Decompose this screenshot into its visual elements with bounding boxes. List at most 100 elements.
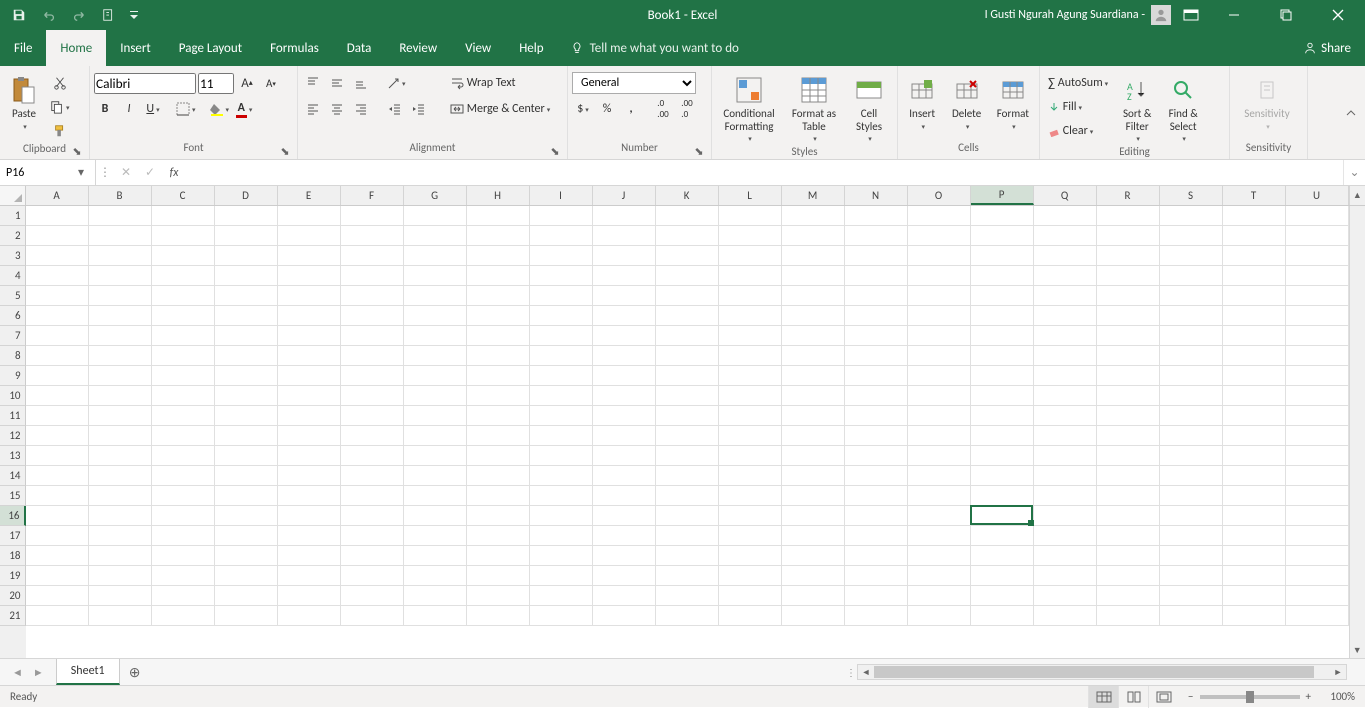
zoom-in-button[interactable]: +: [1306, 690, 1311, 703]
column-header[interactable]: E: [278, 186, 341, 205]
tab-insert[interactable]: Insert: [106, 30, 165, 66]
delete-cells-button[interactable]: Delete▾: [946, 72, 986, 133]
expand-formula-bar-icon[interactable]: ⌄: [1343, 160, 1365, 185]
row-header[interactable]: 8: [0, 346, 26, 366]
column-header[interactable]: S: [1160, 186, 1223, 205]
column-header[interactable]: Q: [1034, 186, 1097, 205]
row-header[interactable]: 5: [0, 286, 26, 306]
column-header[interactable]: K: [656, 186, 719, 205]
sort-filter-button[interactable]: AZ Sort & Filter▾: [1116, 72, 1158, 145]
accounting-format-button[interactable]: $▾: [572, 98, 594, 120]
undo-icon[interactable]: [38, 4, 60, 26]
find-select-button[interactable]: Find & Select▾: [1162, 72, 1204, 145]
fill-color-button[interactable]: ▾: [208, 98, 232, 120]
row-header[interactable]: 10: [0, 386, 26, 406]
horizontal-scrollbar[interactable]: ◄ ►: [857, 664, 1347, 680]
column-header[interactable]: T: [1223, 186, 1286, 205]
insert-cells-button[interactable]: Insert▾: [902, 72, 942, 133]
row-header[interactable]: 16: [0, 506, 26, 526]
collapse-ribbon-icon[interactable]: [1343, 66, 1365, 159]
column-header[interactable]: N: [845, 186, 908, 205]
format-cells-button[interactable]: Format▾: [991, 72, 1035, 133]
column-header[interactable]: M: [782, 186, 845, 205]
avatar-icon[interactable]: [1151, 5, 1171, 25]
tell-me-search[interactable]: Tell me what you want to do: [558, 30, 751, 66]
scroll-up-icon[interactable]: ▲: [1349, 186, 1365, 205]
column-header[interactable]: H: [467, 186, 530, 205]
percent-format-button[interactable]: %: [596, 98, 618, 120]
align-bottom-button[interactable]: [350, 72, 372, 94]
sheet-tab-sheet1[interactable]: Sheet1: [56, 659, 120, 685]
increase-indent-button[interactable]: [408, 98, 430, 120]
row-header[interactable]: 1: [0, 206, 26, 226]
tab-formulas[interactable]: Formulas: [256, 30, 333, 66]
paste-button[interactable]: Paste▾: [4, 72, 44, 133]
row-header[interactable]: 17: [0, 526, 26, 546]
zoom-out-button[interactable]: −: [1188, 690, 1193, 703]
sheet-nav-next-icon[interactable]: ►: [33, 666, 44, 679]
sheet-nav-prev-icon[interactable]: ◄: [12, 666, 23, 679]
row-header[interactable]: 21: [0, 606, 26, 626]
formula-input[interactable]: [186, 160, 1343, 185]
row-header[interactable]: 18: [0, 546, 26, 566]
column-header[interactable]: A: [26, 186, 89, 205]
clear-button[interactable]: Clear▾: [1044, 120, 1097, 142]
redo-icon[interactable]: [68, 4, 90, 26]
touch-mode-icon[interactable]: [98, 4, 120, 26]
close-button[interactable]: [1315, 0, 1361, 30]
zoom-thumb[interactable]: [1246, 691, 1254, 703]
column-header[interactable]: B: [89, 186, 152, 205]
align-center-button[interactable]: [326, 98, 348, 120]
column-header[interactable]: O: [908, 186, 971, 205]
increase-decimal-button[interactable]: .0.00: [652, 98, 674, 120]
row-header[interactable]: 3: [0, 246, 26, 266]
font-size-combo[interactable]: [198, 73, 234, 94]
cell-styles-button[interactable]: Cell Styles▾: [846, 72, 892, 145]
comma-format-button[interactable]: ,: [620, 98, 642, 120]
row-header[interactable]: 20: [0, 586, 26, 606]
view-normal-button[interactable]: [1088, 686, 1118, 708]
qat-customize-icon[interactable]: [128, 4, 140, 26]
conditional-formatting-button[interactable]: Conditional Formatting▾: [716, 72, 782, 145]
copy-button[interactable]: ▾: [48, 96, 72, 118]
row-header[interactable]: 9: [0, 366, 26, 386]
row-header[interactable]: 15: [0, 486, 26, 506]
row-header[interactable]: 14: [0, 466, 26, 486]
tab-data[interactable]: Data: [333, 30, 386, 66]
column-header[interactable]: R: [1097, 186, 1160, 205]
name-box-dropdown-icon[interactable]: ▾: [72, 165, 90, 180]
fx-icon[interactable]: fx: [162, 160, 186, 185]
scroll-right-icon[interactable]: ►: [1330, 667, 1346, 678]
row-header[interactable]: 6: [0, 306, 26, 326]
account-name[interactable]: I Gusti Ngurah Agung Suardiana -: [985, 8, 1145, 22]
row-header[interactable]: 4: [0, 266, 26, 286]
fill-button[interactable]: Fill▾: [1044, 96, 1086, 118]
row-header[interactable]: 13: [0, 446, 26, 466]
name-box[interactable]: [0, 166, 72, 180]
select-all-corner[interactable]: [0, 186, 26, 205]
tab-review[interactable]: Review: [385, 30, 451, 66]
column-header[interactable]: D: [215, 186, 278, 205]
tab-page-layout[interactable]: Page Layout: [165, 30, 256, 66]
row-header[interactable]: 19: [0, 566, 26, 586]
column-header[interactable]: U: [1286, 186, 1349, 205]
tab-file[interactable]: File: [0, 30, 46, 66]
decrease-decimal-button[interactable]: .00.0: [676, 98, 698, 120]
column-header[interactable]: J: [593, 186, 656, 205]
view-page-layout-button[interactable]: [1118, 686, 1148, 708]
align-top-button[interactable]: [302, 72, 324, 94]
clipboard-launcher-icon[interactable]: ⬊: [71, 145, 83, 157]
tab-home[interactable]: Home: [46, 30, 106, 66]
zoom-level[interactable]: 100%: [1317, 690, 1355, 703]
view-page-break-button[interactable]: [1148, 686, 1178, 708]
decrease-indent-button[interactable]: [384, 98, 406, 120]
align-left-button[interactable]: [302, 98, 324, 120]
column-header[interactable]: G: [404, 186, 467, 205]
share-button[interactable]: Share: [1289, 30, 1365, 66]
column-header[interactable]: P: [971, 186, 1034, 205]
column-header[interactable]: C: [152, 186, 215, 205]
row-header[interactable]: 11: [0, 406, 26, 426]
column-header[interactable]: F: [341, 186, 404, 205]
vertical-scrollbar[interactable]: ▼: [1349, 206, 1365, 658]
ribbon-display-options-icon[interactable]: [1177, 4, 1205, 26]
